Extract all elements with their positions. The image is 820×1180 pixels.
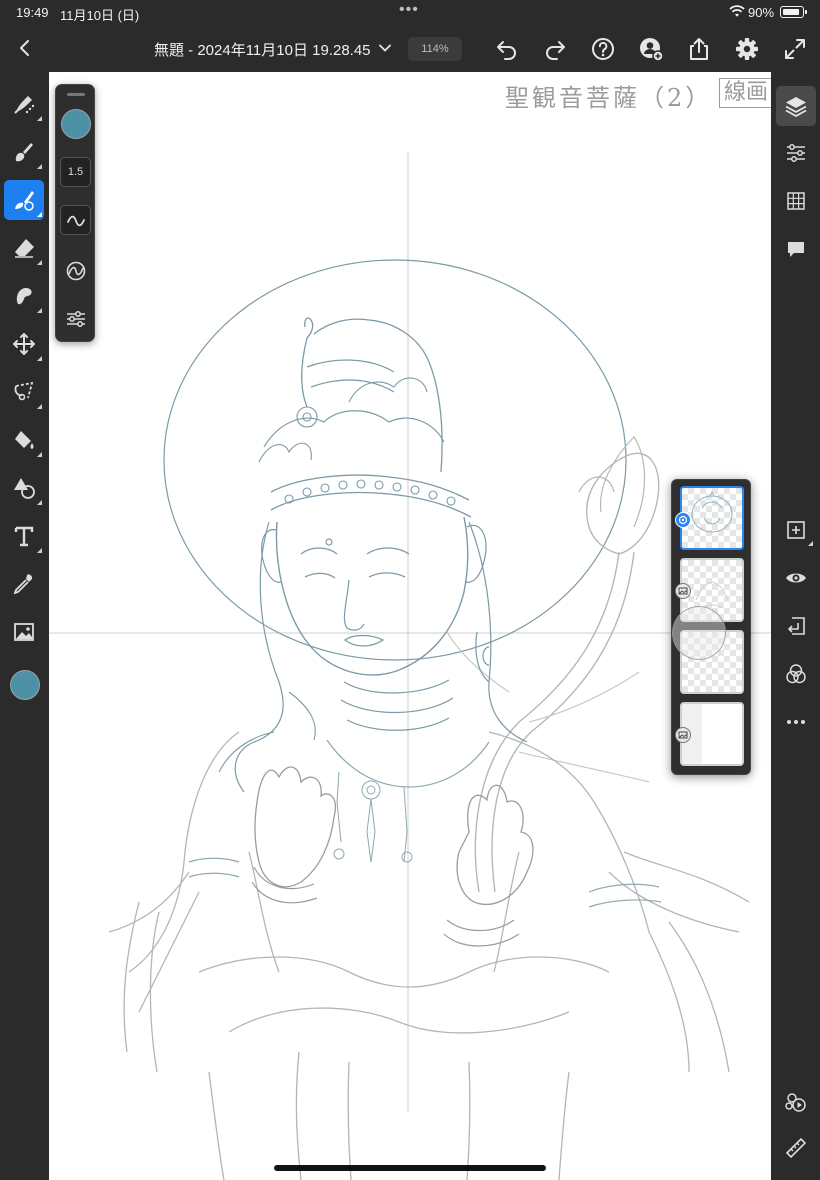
move-icon: [13, 333, 35, 355]
wave-icon: [67, 215, 85, 227]
smudge-tool[interactable]: [4, 276, 44, 316]
image-icon: [14, 623, 34, 641]
drawing-canvas[interactable]: 聖観音菩薩（2） 線画: [49, 72, 771, 1180]
image-tool[interactable]: [4, 612, 44, 652]
blend-mode-button[interactable]: [776, 654, 816, 694]
shape-tool[interactable]: [4, 468, 44, 508]
paint-brush-tool[interactable]: [4, 84, 44, 124]
move-tool[interactable]: [4, 324, 44, 364]
stabilizer-icon: [66, 261, 86, 281]
back-icon[interactable]: [14, 36, 36, 60]
live-brush-icon: [15, 191, 34, 211]
layers-icon: [785, 97, 807, 117]
left-toolbar: [0, 72, 49, 1180]
wifi-icon: [729, 5, 745, 17]
visibility-icon: [786, 573, 806, 583]
redo-icon[interactable]: [542, 36, 568, 62]
top-toolbar: 無題 - 2024年11月10日 19.28.45 114%: [0, 26, 820, 72]
layers-button[interactable]: [776, 86, 816, 126]
gear-icon[interactable]: [734, 36, 760, 62]
timelapse-button[interactable]: [776, 1082, 816, 1122]
share-icon[interactable]: [686, 36, 712, 62]
brush-stroke-button[interactable]: [60, 205, 91, 235]
text-icon: [14, 526, 34, 547]
shape-icon: [14, 478, 35, 499]
pixel-brush-icon: [15, 143, 33, 162]
merge-down-icon: [788, 617, 805, 635]
home-indicator[interactable]: [274, 1165, 546, 1171]
eyedropper-tool[interactable]: [4, 564, 44, 604]
eraser-icon: [15, 239, 34, 258]
status-time: 19:49: [16, 5, 49, 20]
paint-brush-icon: [14, 96, 35, 114]
lasso-tool[interactable]: [4, 372, 44, 412]
grid-icon: [787, 192, 805, 210]
battery-percent: 90%: [748, 5, 775, 20]
pixel-brush-tool[interactable]: [4, 132, 44, 172]
battery-icon: [780, 6, 807, 18]
layer-properties-icon: [787, 144, 805, 162]
add-layer-button[interactable]: [776, 510, 816, 550]
right-rail: [771, 72, 820, 1180]
sliders-icon: [67, 311, 85, 327]
timelapse-icon: [785, 1093, 806, 1112]
more-icon: [787, 720, 805, 724]
eraser-tool[interactable]: [4, 228, 44, 268]
color-swatch[interactable]: [10, 670, 40, 700]
layer-preview-lineart: [691, 490, 733, 533]
comments-icon: [788, 242, 804, 257]
grid-button[interactable]: [776, 181, 816, 221]
image-icon: [678, 731, 688, 739]
layer-properties-button[interactable]: [776, 133, 816, 173]
smudge-icon: [16, 287, 32, 305]
lasso-icon: [14, 381, 34, 401]
brush-layer-icon: [678, 515, 688, 525]
merge-down-button[interactable]: [776, 606, 816, 646]
panel-grip[interactable]: [67, 93, 85, 96]
stabilizer-button[interactable]: [60, 255, 91, 285]
brush-color-swatch[interactable]: [61, 109, 91, 139]
image-layer-badge: [675, 583, 691, 599]
visibility-button[interactable]: [776, 558, 816, 598]
live-brush-tool[interactable]: [4, 180, 44, 220]
canvas-document-title: 聖観音菩薩（2）: [505, 84, 713, 112]
comments-button[interactable]: [776, 229, 816, 269]
invite-user-icon[interactable]: [638, 36, 664, 62]
more-options-button[interactable]: [776, 702, 816, 742]
fill-icon: [15, 431, 34, 449]
add-layer-icon: [787, 521, 805, 539]
fullscreen-icon[interactable]: [782, 36, 808, 62]
fill-tool[interactable]: [4, 420, 44, 460]
blend-mode-icon: [786, 664, 806, 684]
ruler-icon: [785, 1137, 807, 1159]
battery-level-fill: [782, 8, 800, 15]
brush-size-field[interactable]: 1.5: [60, 157, 91, 187]
layer-preview-background: [682, 704, 702, 764]
document-title[interactable]: 無題 - 2024年11月10日 19.28.45: [154, 39, 371, 60]
undo-icon[interactable]: [494, 36, 520, 62]
active-layer-badge: [675, 512, 691, 528]
help-icon[interactable]: [590, 36, 616, 62]
text-tool[interactable]: [4, 516, 44, 556]
brush-options-button[interactable]: [60, 303, 91, 333]
brush-settings-panel: 1.5: [55, 84, 95, 342]
touch-indicator: [672, 606, 726, 660]
ruler-button[interactable]: [776, 1128, 816, 1168]
line-art-drawing: [49, 152, 771, 1180]
canvas-stamp: 線画: [719, 78, 771, 108]
zoom-level[interactable]: 114%: [408, 37, 462, 61]
image-layer-badge: [675, 727, 691, 743]
image-icon: [678, 587, 688, 595]
status-date: 11月10日 (日): [60, 8, 140, 23]
status-bar: 19:49 11月10日 (日) ••• 90%: [0, 0, 820, 26]
multitask-dots-icon[interactable]: •••: [399, 1, 419, 19]
eyedropper-icon: [13, 574, 33, 595]
chevron-down-icon[interactable]: [378, 41, 392, 55]
